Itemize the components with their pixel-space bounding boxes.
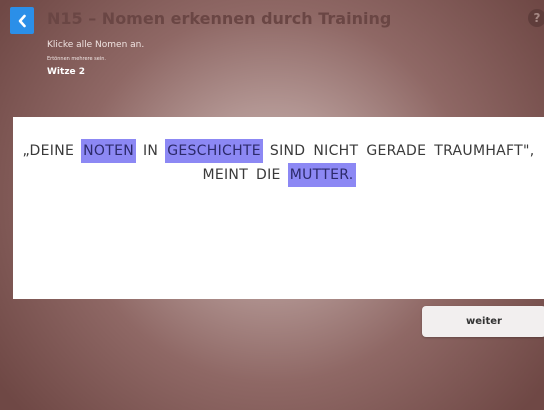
word-token[interactable]: IN (142, 140, 159, 162)
word-token[interactable]: DIE (255, 164, 282, 186)
task-instruction: Klicke alle Nomen an. (47, 40, 145, 50)
sentence-line-1: „DEINE NOTEN IN GESCHICHTE SIND NICHT GERADE TR… (13, 139, 544, 163)
word-token[interactable]: MEINT (201, 164, 249, 186)
help-icon[interactable]: ? (528, 9, 544, 27)
word-token[interactable]: GERADE (365, 140, 427, 162)
word-token[interactable]: „DEINE (21, 140, 75, 162)
sentence-panel: „DEINE NOTEN IN GESCHICHTE SIND NICHT GERADE TR… (13, 117, 544, 299)
exercise-label: Witze 2 (47, 67, 86, 77)
word-token[interactable]: NICHT (312, 140, 359, 162)
word-token[interactable]: TRAUMHAFT", (433, 140, 535, 162)
chevron-left-icon (18, 14, 26, 27)
word-token[interactable]: NOTEN (81, 139, 136, 163)
word-token[interactable]: GESCHICHTE (165, 139, 263, 163)
next-button[interactable]: weiter (422, 306, 544, 337)
page-title: N15 – Nomen erkennen durch Training (47, 9, 392, 28)
back-button[interactable] (10, 7, 34, 34)
sentence: „DEINE NOTEN IN GESCHICHTE SIND NICHT GERADE TR… (13, 139, 544, 187)
task-hint: Ertönnen mehrere sein. (47, 56, 106, 62)
sentence-line-2: MEINT DIE MUTTER. (13, 163, 544, 187)
word-token[interactable]: MUTTER. (287, 163, 356, 187)
word-token[interactable]: SIND (269, 140, 306, 162)
